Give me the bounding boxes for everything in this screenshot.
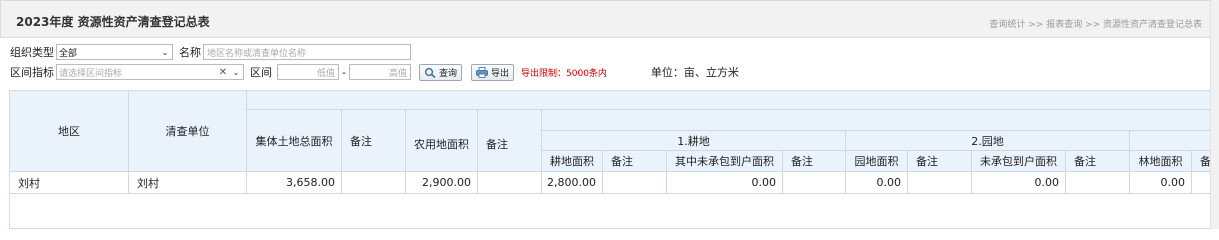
table-row-region[interactable]: 刘村 bbox=[10, 172, 129, 194]
table-row-remark-1[interactable] bbox=[342, 172, 406, 194]
search-icon bbox=[424, 67, 436, 78]
col-header-garden-not-contracted: 未承包到户面积 bbox=[972, 151, 1066, 172]
clear-icon[interactable]: ✕ bbox=[217, 67, 229, 78]
col-header-remark-3-text: 备注 bbox=[611, 155, 633, 168]
unit-note: 单位：亩、立方米 bbox=[650, 66, 739, 79]
group-header-garden: 2.园地 bbox=[846, 131, 1130, 151]
query-button-label: 查询 bbox=[438, 68, 457, 79]
col-header-remark-6-text: 备注 bbox=[1074, 155, 1096, 168]
col-header-not-contracted-text: 其中未承包到户面积 bbox=[675, 155, 774, 168]
page-title: 2023年度 资源性资产清查登记总表 bbox=[16, 15, 210, 29]
chevron-down-icon: ⌄ bbox=[232, 67, 240, 77]
table-row-remark-5[interactable] bbox=[908, 172, 972, 194]
col-header-remark-4-text: 备注 bbox=[791, 155, 813, 168]
col-header-remark-5-text: 备注 bbox=[916, 155, 938, 168]
org-type-label: 组织类型 bbox=[10, 46, 54, 59]
page-header: 2023年度 资源性资产清查登记总表 查询统计 >> 报表查询 >> 资源性资产… bbox=[0, 0, 1219, 38]
table-row-remark-6[interactable] bbox=[1066, 172, 1130, 194]
cell-not-contracted: 0.00 bbox=[751, 176, 777, 189]
cell-arable-area: 2,800.00 bbox=[547, 176, 596, 189]
table-row-agri-land[interactable]: 2,900.00 bbox=[406, 172, 478, 194]
col-header-not-contracted: 其中未承包到户面积 bbox=[667, 151, 783, 172]
cell-agri-land: 2,900.00 bbox=[422, 176, 471, 189]
filter-row-1: 组织类型 全部 ⌄ 名称 地区名称或清查单位名称 bbox=[10, 43, 411, 61]
col-header-garden-area: 园地面积 bbox=[846, 151, 908, 172]
name-placeholder: 地区名称或清查单位名称 bbox=[207, 48, 307, 59]
table-row-total-land[interactable]: 3,658.00 bbox=[247, 172, 342, 194]
col-header-total-land-text: 集体土地总面积 bbox=[255, 134, 333, 148]
table-row-arable-area[interactable]: 2,800.00 bbox=[542, 172, 603, 194]
chevron-down-icon: ⌄ bbox=[161, 47, 169, 57]
col-header-agri-land: 农用地面积 bbox=[406, 110, 478, 172]
printer-icon bbox=[476, 66, 488, 78]
breadcrumb[interactable]: 查询统计 >> 报表查询 >> 资源性资产清查登记总表 bbox=[989, 17, 1202, 30]
group-header-forest bbox=[1130, 131, 1218, 151]
col-header-garden-area-text: 园地面积 bbox=[854, 155, 899, 168]
col-header-remark-1-text: 备注 bbox=[350, 134, 372, 148]
col-header-region-text: 地区 bbox=[58, 125, 80, 138]
data-table: 地区 清查单位 集体土地总面积 备注 农用地面积 备注 1.耕地 2.园地 耕地… bbox=[9, 90, 1219, 229]
group-header-spacer bbox=[542, 110, 1218, 131]
range-low-placeholder: 低值 bbox=[316, 68, 335, 79]
range-high-placeholder: 高值 bbox=[388, 68, 407, 79]
col-header-agri-land-text: 农用地面积 bbox=[414, 138, 469, 151]
range-low-input[interactable]: 低值 bbox=[277, 64, 339, 80]
col-header-remark-4: 备注 bbox=[783, 151, 846, 172]
cell-forest-area: 0.00 bbox=[1160, 176, 1186, 189]
group-header-garden-text: 2.园地 bbox=[971, 134, 1004, 148]
col-header-remark-3: 备注 bbox=[603, 151, 667, 172]
table-row-remark-4[interactable] bbox=[783, 172, 846, 194]
query-button[interactable]: 查询 bbox=[418, 63, 462, 81]
col-header-unit-text: 清查单位 bbox=[165, 125, 210, 138]
col-header-unit: 清查单位 bbox=[129, 91, 247, 172]
table-row-garden-area[interactable]: 0.00 bbox=[846, 172, 908, 194]
col-header-arable-area: 耕地面积 bbox=[542, 151, 603, 172]
export-limit-note: 导出限制：5000条内 bbox=[521, 68, 607, 79]
col-header-remark-1: 备注 bbox=[342, 110, 406, 172]
range-label: 区间 bbox=[250, 66, 272, 79]
filter-row-2: 区间指标 请选择区间指标 ✕ ⌄ 区间 低值 - 高值 查询 导出 导出限制：5… bbox=[10, 63, 739, 81]
export-button-label: 导出 bbox=[491, 68, 510, 79]
org-type-value: 全部 bbox=[59, 48, 78, 59]
col-header-remark-6: 备注 bbox=[1066, 151, 1130, 172]
col-header-remark-5: 备注 bbox=[908, 151, 972, 172]
cell-garden-not-contracted: 0.00 bbox=[1034, 176, 1060, 189]
cell-region: 刘村 bbox=[18, 176, 40, 190]
name-input[interactable]: 地区名称或清查单位名称 bbox=[203, 44, 411, 60]
table-row-remark-2[interactable] bbox=[478, 172, 542, 194]
col-header-remark-2: 备注 bbox=[478, 110, 542, 172]
table-row-remark-3[interactable] bbox=[603, 172, 667, 194]
col-header-garden-not-contracted-text: 未承包到户面积 bbox=[980, 155, 1057, 168]
col-header-total-land: 集体土地总面积 bbox=[247, 110, 342, 172]
name-label: 名称 bbox=[179, 46, 201, 59]
indicator-select[interactable]: 请选择区间指标 ✕ ⌄ bbox=[56, 64, 244, 80]
col-header-region: 地区 bbox=[10, 91, 129, 172]
table-row-unit[interactable]: 刘村 bbox=[129, 172, 247, 194]
table-row-garden-not-contracted[interactable]: 0.00 bbox=[972, 172, 1066, 194]
cell-garden-area: 0.00 bbox=[876, 176, 902, 189]
table-row-forest-area[interactable]: 0.00 bbox=[1130, 172, 1192, 194]
col-header-forest-area-text: 林地面积 bbox=[1138, 155, 1183, 168]
indicator-label: 区间指标 bbox=[10, 66, 54, 79]
table-row-not-contracted[interactable]: 0.00 bbox=[667, 172, 783, 194]
group-header-arable-text: 1.耕地 bbox=[677, 134, 710, 148]
header-strip-right bbox=[247, 91, 1218, 110]
export-button[interactable]: 导出 bbox=[471, 63, 515, 81]
org-type-select[interactable]: 全部 ⌄ bbox=[56, 44, 173, 60]
col-header-arable-area-text: 耕地面积 bbox=[550, 155, 594, 168]
indicator-placeholder: 请选择区间指标 bbox=[59, 68, 123, 79]
col-header-remark-2-text: 备注 bbox=[486, 138, 508, 151]
cell-unit: 刘村 bbox=[137, 176, 159, 190]
vertical-scrollbar[interactable] bbox=[1210, 0, 1219, 229]
range-high-input[interactable]: 高值 bbox=[348, 64, 411, 80]
group-header-arable: 1.耕地 bbox=[542, 131, 846, 151]
range-dash: - bbox=[342, 65, 346, 79]
cell-total-land: 3,658.00 bbox=[286, 176, 335, 189]
col-header-forest-area: 林地面积 bbox=[1130, 151, 1192, 172]
